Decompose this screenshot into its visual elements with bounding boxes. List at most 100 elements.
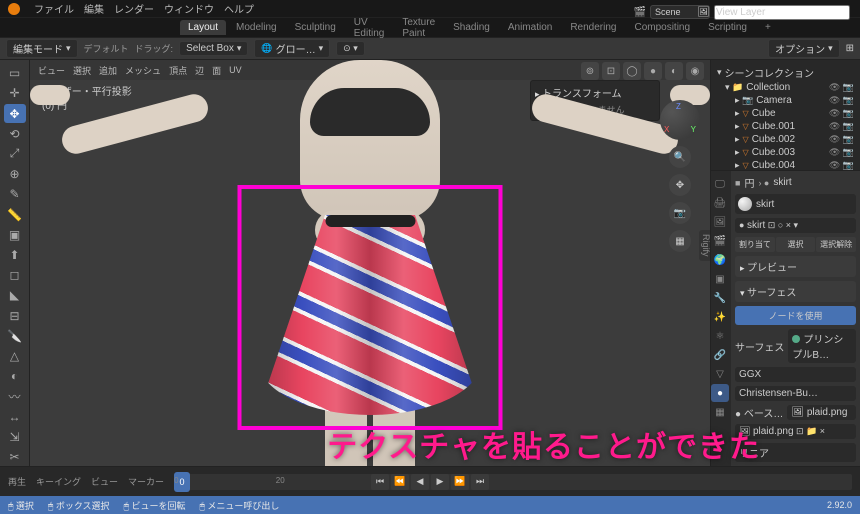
shade-matprev[interactable]: ◐ [665,62,683,80]
proptab-scene[interactable]: 🎬 [711,232,729,250]
outliner[interactable]: ▾ シーンコレクション ▾ 📁 Collection👁 📷 ▸ 📷 Camera… [711,60,860,171]
tool-spin[interactable]: ◐ [4,367,26,385]
tab-sculpting[interactable]: Sculpting [287,20,344,35]
menu-edit[interactable]: 編集 [84,1,104,16]
vp-view[interactable]: ビュー [38,64,65,77]
material-name-field[interactable]: ● skirt ⊡ ○ × ▾ [735,218,856,233]
timeline-keying[interactable]: キーイング [36,475,81,488]
outliner-cube001[interactable]: ▸ ▽ Cube.001👁 📷 [715,120,856,133]
options-dropdown[interactable]: オプション ▾ [768,39,840,58]
tool-bevel[interactable]: ◣ [4,286,26,304]
tool-transform[interactable]: ⊕ [4,165,26,183]
tool-edgeslide[interactable]: ↔ [4,407,26,425]
proptab-physics[interactable]: ⚛ [711,327,729,345]
preview-section[interactable]: ▸ プレビュー [735,256,856,277]
tool-knife[interactable]: 🔪 [4,327,26,345]
tool-rotate[interactable]: ⟲ [4,125,26,143]
outliner-cube004[interactable]: ▸ ▽ Cube.004👁 📷 [715,159,856,171]
basecolor-value[interactable]: 🖼 plaid.png [787,405,856,420]
tab-add[interactable]: + [757,20,779,35]
proptab-material[interactable]: ● [711,384,729,402]
tool-rip[interactable]: ✂ [4,448,26,466]
timeline-track[interactable]: 0 0 20 40 60 [174,474,852,490]
material-slot[interactable]: skirt [735,194,856,214]
move-gizmo[interactable]: ✥ [669,174,691,196]
tab-uvediting[interactable]: UV Editing [346,15,393,41]
xray-toggle[interactable]: ⊞ [846,43,854,54]
outliner-collection[interactable]: ▾ 📁 Collection👁 📷 [715,81,856,94]
orientation-dropdown[interactable]: 🌐 グロー… ▾ [254,39,330,58]
play-rev[interactable]: ◀ [411,474,429,490]
tool-shrink[interactable]: ⇲ [4,428,26,446]
tab-scripting[interactable]: Scripting [700,20,755,35]
tool-annotate[interactable]: ✎ [4,185,26,203]
outliner-cube002[interactable]: ▸ ▽ Cube.002👁 📷 [715,133,856,146]
prev-key[interactable]: ⏪ [391,474,409,490]
tool-addcube[interactable]: ▣ [4,226,26,244]
xray-button[interactable]: ⊡ [602,62,620,80]
tab-texturepaint[interactable]: Texture Paint [394,15,443,41]
zoom-gizmo[interactable]: 🔍 [669,146,691,168]
proptab-constraint[interactable]: 🔗 [711,346,729,364]
timeline-marker[interactable]: マーカー [128,475,164,488]
menu-file[interactable]: ファイル [34,1,74,16]
menu-render[interactable]: レンダー [114,1,154,16]
persp-gizmo[interactable]: ▦ [669,230,691,252]
menu-help[interactable]: ヘルプ [224,1,254,16]
shade-wire[interactable]: ◯ [623,62,641,80]
tab-animation[interactable]: Animation [500,20,560,35]
vp-mesh[interactable]: メッシュ [125,64,161,77]
tab-layout[interactable]: Layout [180,20,226,35]
outliner-cube[interactable]: ▸ ▽ Cube👁 📷 [715,107,856,120]
shade-rendered[interactable]: ◉ [686,62,704,80]
proptab-particle[interactable]: ✨ [711,308,729,326]
outliner-scene-collection[interactable]: ▾ シーンコレクション [715,64,856,81]
tool-measure[interactable]: 📏 [4,205,26,223]
menu-window[interactable]: ウィンドウ [164,1,214,16]
tool-cursor[interactable]: ✛ [4,84,26,102]
shade-solid[interactable]: ● [644,62,662,80]
play-fwd[interactable]: ▶ [431,474,449,490]
tool-loopcut[interactable]: ⊟ [4,306,26,324]
camera-gizmo[interactable]: 📷 [669,202,691,224]
axis-gizmo[interactable]: Z X Y [660,100,700,140]
proptab-render[interactable]: 🖵 [711,175,729,193]
tool-smooth[interactable]: 〰 [4,387,26,405]
mode-dropdown[interactable]: 編集モード ▾ [6,39,78,58]
select-mode-dropdown[interactable]: Select Box ▾ [179,41,248,56]
surface-value[interactable]: プリンシプルB… [788,329,856,363]
tab-rendering[interactable]: Rendering [562,20,624,35]
timeline-view[interactable]: ビュー [91,475,118,488]
outliner-camera[interactable]: ▸ 📷 Camera👁 📷 [715,94,856,107]
timeline[interactable]: 再生 キーイング ビュー マーカー 0 0 20 40 60 ⏮ ⏪ ◀ ▶ ⏩… [0,466,860,496]
proptab-modifier[interactable]: 🔧 [711,289,729,307]
outliner-cube003[interactable]: ▸ ▽ Cube.003👁 📷 [715,146,856,159]
deselect-button[interactable]: 選択解除 [816,237,856,252]
select-button[interactable]: 選択 [776,237,816,252]
3d-viewport[interactable]: ビュー 選択 追加 メッシュ 頂点 辺 面 UV ⊚ ⊡ ◯ ● ◐ ◉ ユーザ… [30,60,710,466]
rigify-tab[interactable]: Rigify [699,230,710,261]
tool-select[interactable]: ▭ [4,64,26,82]
tool-inset[interactable]: ◻ [4,266,26,284]
tab-shading[interactable]: Shading [445,20,498,35]
proptab-object[interactable]: ▣ [711,270,729,288]
tool-extrude[interactable]: ⬆ [4,246,26,264]
surface-section[interactable]: ▾ サーフェス [735,281,856,302]
next-key[interactable]: ⏩ [451,474,469,490]
jump-end[interactable]: ⏭ [471,474,489,490]
vp-add[interactable]: 追加 [99,64,117,77]
tool-polybuild[interactable]: △ [4,347,26,365]
proptab-world[interactable]: 🌍 [711,251,729,269]
assign-button[interactable]: 割り当て [735,237,775,252]
jump-start[interactable]: ⏮ [371,474,389,490]
snap-dropdown[interactable]: ⊙ ▾ [336,41,365,56]
christensen-dropdown[interactable]: Christensen-Bu… [735,386,856,401]
viewlayer-input[interactable] [714,5,850,20]
proptab-viewlayer[interactable]: 🖼 [711,213,729,231]
proptab-texture[interactable]: ▦ [711,403,729,421]
timeline-play[interactable]: 再生 [8,475,26,488]
use-nodes-button[interactable]: ノードを使用 [735,306,856,325]
proptab-mesh[interactable]: ▽ [711,365,729,383]
ggx-dropdown[interactable]: GGX [735,367,856,382]
proptab-output[interactable]: 🖨 [711,194,729,212]
